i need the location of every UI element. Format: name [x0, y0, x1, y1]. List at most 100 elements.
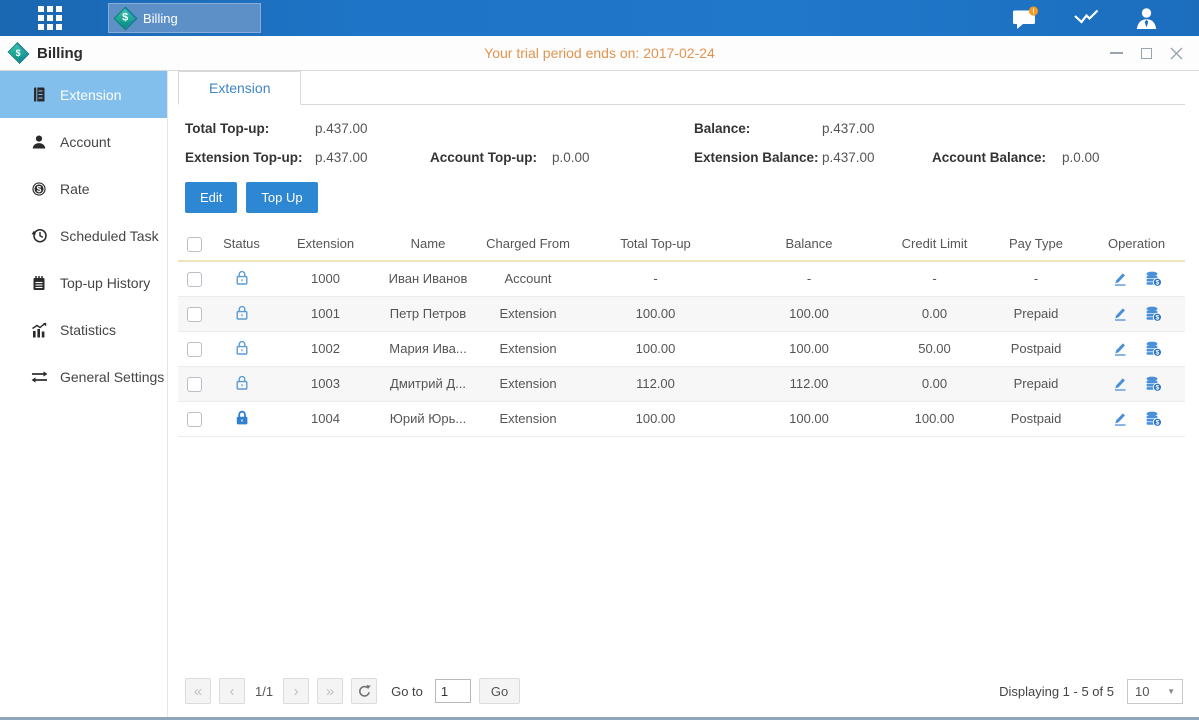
- tabstrip: Extension: [178, 71, 1185, 105]
- sidebar-item-extension[interactable]: Extension: [0, 71, 167, 118]
- page-size-select[interactable]: 10 ▼: [1127, 679, 1183, 704]
- edit-extension-icon[interactable]: [1112, 306, 1128, 322]
- billing-title-icon: $: [8, 42, 30, 64]
- goto-label: Go to: [391, 684, 423, 699]
- unlocked-icon: [234, 374, 250, 391]
- edit-extension-icon[interactable]: [1112, 271, 1128, 287]
- row-checkbox[interactable]: [187, 412, 202, 427]
- col-extension: Extension: [273, 227, 378, 261]
- app-grid-icon[interactable]: [38, 6, 62, 30]
- table-row: 1003 Дмитрий Д... Extension 112.00 112.0…: [178, 366, 1185, 401]
- account-icon: [30, 134, 48, 150]
- extension-balance-label: Extension Balance:: [694, 150, 822, 165]
- row-checkbox[interactable]: [187, 377, 202, 392]
- sidebar-item-account[interactable]: Account: [0, 118, 167, 165]
- balance-summary: Total Top-up: p.437.00 Balance: p.437.00…: [178, 105, 1185, 165]
- window-title: Billing: [37, 45, 83, 62]
- chevron-down-icon: ▼: [1167, 687, 1175, 696]
- goto-page-input[interactable]: [435, 679, 471, 703]
- unlocked-icon: [234, 304, 250, 321]
- top-up-extension-icon[interactable]: $: [1145, 271, 1162, 287]
- sidebar-item-topup-history[interactable]: Top-up History: [0, 259, 167, 306]
- sidebar-item-label: Account: [60, 134, 111, 150]
- window-titlebar: $ Billing Your trial period ends on: 201…: [0, 36, 1199, 71]
- next-page-button[interactable]: ›: [283, 678, 309, 704]
- svg-text:$: $: [37, 184, 42, 194]
- sidebar-nav: Extension Account $: [0, 71, 168, 717]
- col-balance: Balance: [733, 227, 885, 261]
- sidebar-item-label: Extension: [60, 87, 121, 103]
- svg-text:$: $: [1155, 279, 1159, 286]
- sidebar-item-rate[interactable]: $ Rate: [0, 165, 167, 212]
- col-status: Status: [210, 227, 273, 261]
- table-row: 1001 Петр Петров Extension 100.00 100.00…: [178, 296, 1185, 331]
- notifications-icon[interactable]: !: [1012, 6, 1039, 31]
- top-up-extension-icon[interactable]: $: [1145, 376, 1162, 392]
- resource-monitor-icon[interactable]: [1073, 7, 1100, 30]
- trial-notice: Your trial period ends on: 2017-02-24: [0, 45, 1199, 61]
- svg-text:$: $: [1155, 349, 1159, 356]
- edit-extension-icon[interactable]: [1112, 376, 1128, 392]
- top-up-extension-icon[interactable]: $: [1145, 306, 1162, 322]
- main-content: Extension Total Top-up: p.437.00 Balance…: [168, 71, 1199, 717]
- svg-text:$: $: [1155, 384, 1159, 391]
- sidebar-item-label: Top-up History: [60, 275, 150, 291]
- sidebar-item-general-settings[interactable]: General Settings: [0, 353, 167, 400]
- account-balance-value: p.0.00: [1062, 150, 1185, 165]
- minimize-button[interactable]: [1109, 46, 1123, 60]
- lock-status-icon[interactable]: [234, 379, 250, 394]
- table-row: 1000 Иван Иванов Account - - - -: [178, 261, 1185, 296]
- top-up-extension-icon[interactable]: $: [1145, 411, 1162, 427]
- lock-status-icon[interactable]: [234, 309, 250, 324]
- extension-icon: [30, 86, 48, 103]
- lock-status-icon[interactable]: [234, 344, 250, 359]
- taskbar-billing-tab[interactable]: $ Billing: [108, 3, 261, 33]
- sidebar-item-scheduled-task[interactable]: Scheduled Task: [0, 212, 167, 259]
- unlocked-icon: [234, 339, 250, 356]
- lock-status-icon[interactable]: [234, 414, 250, 429]
- account-topup-value: p.0.00: [552, 150, 694, 165]
- page-indicator: 1/1: [255, 684, 273, 699]
- col-name: Name: [378, 227, 478, 261]
- lock-status-icon[interactable]: [234, 274, 250, 289]
- unlocked-icon: [234, 269, 250, 286]
- last-page-button[interactable]: »: [317, 678, 343, 704]
- balance-value: p.437.00: [822, 121, 932, 136]
- select-all-checkbox[interactable]: [187, 237, 202, 252]
- extensions-table: Status Extension Name Charged From Total…: [178, 227, 1185, 437]
- sidebar-item-label: Rate: [60, 181, 90, 197]
- statistics-icon: [30, 322, 48, 338]
- col-charged-from: Charged From: [478, 227, 578, 261]
- locked-icon: [234, 409, 250, 426]
- billing-app-icon: $: [113, 6, 137, 30]
- edit-extension-icon[interactable]: [1112, 341, 1128, 357]
- col-total-topup: Total Top-up: [578, 227, 733, 261]
- extension-balance-value: p.437.00: [822, 150, 932, 165]
- sidebar-item-statistics[interactable]: Statistics: [0, 306, 167, 353]
- account-menu-icon[interactable]: [1134, 7, 1159, 30]
- row-checkbox[interactable]: [187, 272, 202, 287]
- prev-page-button[interactable]: ‹: [219, 678, 245, 704]
- system-topbar: $ Billing !: [0, 0, 1199, 36]
- edit-extension-icon[interactable]: [1112, 411, 1128, 427]
- col-operation: Operation: [1088, 227, 1185, 261]
- col-pay-type: Pay Type: [984, 227, 1088, 261]
- maximize-button[interactable]: [1139, 46, 1153, 60]
- go-button[interactable]: Go: [479, 678, 520, 704]
- row-checkbox[interactable]: [187, 342, 202, 357]
- general-settings-icon: [30, 370, 48, 384]
- top-up-extension-icon[interactable]: $: [1145, 341, 1162, 357]
- row-checkbox[interactable]: [187, 307, 202, 322]
- tab-extension[interactable]: Extension: [178, 71, 301, 105]
- topup-history-icon: [30, 275, 48, 291]
- first-page-button[interactable]: «: [185, 678, 211, 704]
- rate-icon: $: [30, 181, 48, 197]
- scheduled-task-icon: [30, 227, 48, 244]
- table-row: 1004 Юрий Юрь... Extension 100.00 100.00…: [178, 401, 1185, 436]
- top-up-button[interactable]: Top Up: [246, 182, 317, 213]
- edit-button[interactable]: Edit: [185, 182, 237, 213]
- refresh-button[interactable]: [351, 678, 377, 704]
- close-button[interactable]: [1169, 46, 1183, 60]
- svg-text:$: $: [1155, 314, 1159, 321]
- account-balance-label: Account Balance:: [932, 150, 1062, 165]
